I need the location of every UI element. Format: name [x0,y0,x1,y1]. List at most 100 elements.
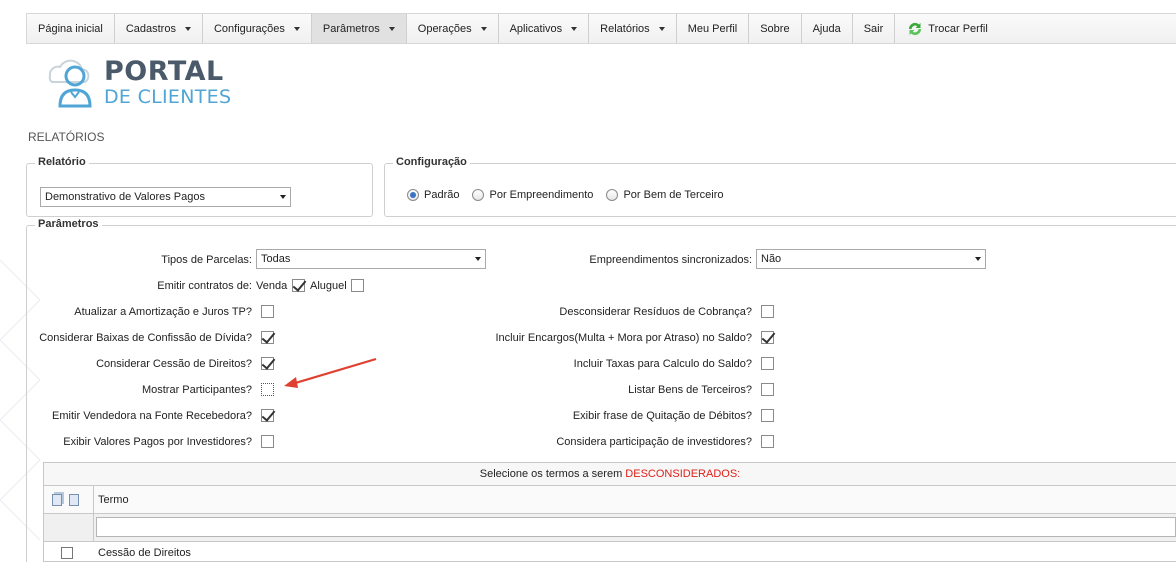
right-param-label: Desconsiderar Resíduos de Cobrança? [559,306,752,318]
termos-grid: Selecione os termos a serem DESCONSIDERA… [43,462,1176,562]
left-param-checkbox[interactable] [261,305,274,318]
left-param-label: Emitir Vendedora na Fonte Recebedora? [52,410,252,422]
configuracao-radio-label: Por Empreendimento [489,189,594,201]
portal-logo: PORTAL DE CLIENTES [40,54,240,110]
empreendimentos-label: Empreendimentos sincronizados: [589,254,752,266]
termo-column-header[interactable]: Termo [94,486,1176,513]
left-param-checkbox[interactable] [261,435,274,448]
document-icon[interactable] [69,493,79,506]
refresh-icon [909,22,922,35]
relatorio-fieldset: Relatório Demonstrativo de Valores Pagos [26,156,373,217]
chevron-down-icon [658,26,665,31]
configuracao-radio-0[interactable] [407,189,419,201]
nav-item-label: Cadastros [125,22,176,35]
right-param-checkbox[interactable] [761,331,774,344]
relatorio-legend: Relatório [35,156,89,168]
nav-item-7[interactable]: Meu Perfil [677,14,750,43]
chevron-down-icon [475,257,481,261]
user-cloud-icon [48,59,92,108]
configuracao-radio-1[interactable] [472,189,485,201]
right-param-checkbox[interactable] [761,435,774,448]
relatorio-select[interactable]: Demonstrativo de Valores Pagos [40,187,291,207]
nav-item-label: Relatórios [600,22,650,35]
nav-item-label: Sair [863,22,884,35]
left-param-label: Mostrar Participantes? [141,384,252,396]
right-param-label: Considera participação de investidores? [556,436,752,448]
termos-filter-row [44,514,1176,542]
nav-item-4[interactable]: Operações [407,14,499,43]
switch-profile-button[interactable]: Trocar Perfil [895,14,999,43]
left-param-checkbox[interactable] [261,357,274,370]
left-param-checkbox[interactable] [261,383,274,396]
termos-header-text: Selecione os termos a serem [479,468,626,480]
select-column [44,486,94,513]
configuracao-radio-label: Por Bem de Terceiro [623,189,724,201]
nav-item-label: Meu Perfil [687,22,738,35]
left-param-label: Exibir Valores Pagos por Investidores? [63,436,252,448]
termo-cell: Cessão de Direitos [98,547,191,559]
venda-label: Venda [256,280,288,292]
nav-item-6[interactable]: Relatórios [589,14,677,43]
emitir-contratos-label: Emitir contratos de: [157,280,252,292]
right-param-label: Incluir Taxas para Calculo do Saldo? [573,358,752,370]
nav-item-2[interactable]: Configurações [203,14,312,43]
tipos-parcelas-label: Tipos de Parcelas: [161,254,252,266]
nav-item-5[interactable]: Aplicativos [499,14,590,43]
configuracao-legend: Configuração [393,156,470,168]
parametros-legend: Parâmetros [35,218,102,230]
left-param-label: Atualizar a Amortização e Juros TP? [74,306,252,318]
chevron-down-icon [388,26,395,31]
chevron-down-icon [293,26,300,31]
left-param-checkbox[interactable] [261,331,274,344]
tipos-parcelas-value: Todas [261,253,291,265]
right-param-checkbox[interactable] [761,383,774,396]
left-param-checkbox[interactable] [261,409,274,422]
row-checkbox[interactable] [61,547,73,559]
nav-item-label: Página inicial [38,22,103,35]
filter-spacer [44,514,94,541]
logo-word-clientes: DE CLIENTES [104,86,232,108]
nav-item-10[interactable]: Sair [853,14,896,43]
nav-item-label: Configurações [213,22,285,35]
nav-item-label: Sobre [760,22,790,35]
configuracao-radio-2[interactable] [606,189,619,201]
chevron-down-icon [280,195,286,199]
page-title: RELATÓRIOS [28,130,105,144]
nav-item-1[interactable]: Cadastros [115,14,203,43]
right-param-checkbox[interactable] [761,357,774,370]
nav-item-8[interactable]: Sobre [749,14,802,43]
configuracao-fieldset: Configuração Padrão Por Empreendimento Por… [384,156,1176,217]
configuracao-options: Padrão Por Empreendimento Por Bem de Terce… [407,189,737,201]
termos-column-header: Termo [44,486,1176,514]
tipos-parcelas-select[interactable]: Todas [256,249,486,269]
table-row[interactable]: Cessão de Direitos [44,542,1176,562]
chevron-down-icon [184,26,191,31]
chevron-down-icon [975,257,981,261]
nav-item-label: Ajuda [812,22,841,35]
select-all-icon[interactable] [52,493,62,506]
right-param-label: Listar Bens de Terceiros? [628,384,752,396]
nav-item-9[interactable]: Ajuda [802,14,853,43]
nav-item-label: Aplicativos [509,22,563,35]
termos-header-highlight: DESCONSIDERADOS: [625,468,741,480]
venda-checkbox[interactable] [292,279,305,292]
nav-item-label: Operações [417,22,472,35]
relatorio-select-value: Demonstrativo de Valores Pagos [45,191,205,203]
aluguel-checkbox[interactable] [351,279,364,292]
empreendimentos-value: Não [761,253,782,265]
annotation-arrow-icon [284,357,377,388]
termo-filter-input[interactable] [96,517,1176,537]
left-param-label: Considerar Baixas de Confissão de Dívida… [39,332,252,344]
configuracao-radio-label: Padrão [424,189,460,201]
empreendimentos-select[interactable]: Não [756,249,986,269]
aluguel-label: Aluguel [310,280,347,292]
logo-word-portal: PORTAL [104,56,224,87]
termos-grid-header: Selecione os termos a serem DESCONSIDERA… [44,463,1176,486]
right-param-checkbox[interactable] [761,409,774,422]
switch-profile-label: Trocar Perfil [928,22,988,35]
right-param-label: Exibir frase de Quitação de Débitos? [572,410,752,422]
nav-item-3[interactable]: Parâmetros [311,14,407,43]
nav-item-0[interactable]: Página inicial [27,14,115,43]
right-param-checkbox[interactable] [761,305,774,318]
chevron-down-icon [571,26,578,31]
